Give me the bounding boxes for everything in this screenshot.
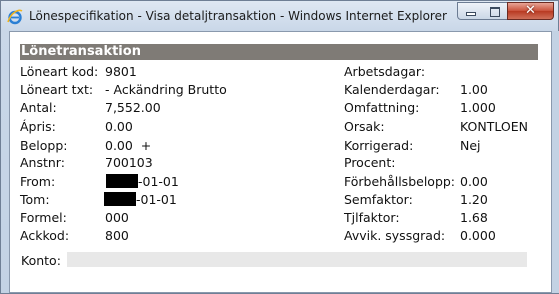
field-value-semfaktor: 1.20 xyxy=(460,192,488,207)
field-label-procent: Procent: xyxy=(344,155,396,170)
field-value-anstnr: 700103 xyxy=(105,155,153,170)
minimize-button[interactable] xyxy=(457,2,483,20)
field-label-tom: Tom: xyxy=(20,192,50,207)
redaction-block xyxy=(104,192,136,206)
field-value-omfattning: 1.000 xyxy=(460,100,496,115)
field-value-antal: 7,552.00 xyxy=(105,100,161,115)
field-label-anstnr: Anstnr: xyxy=(20,155,65,170)
window-frame-edge xyxy=(552,31,559,293)
field-value-loneart-txt: - Ackändring Brutto xyxy=(105,82,227,97)
window-title: Lönespecifikation - Visa detaljtransakti… xyxy=(29,9,447,23)
maximize-button[interactable] xyxy=(482,2,508,20)
field-value-korrigerad: Nej xyxy=(460,138,481,153)
field-value-loneart-kod: 9801 xyxy=(105,64,137,79)
field-label-orsak: Orsak: xyxy=(344,119,385,134)
field-label-loneart-txt: Löneart txt: xyxy=(20,82,94,97)
field-value-tjlfaktor: 1.68 xyxy=(460,210,488,225)
field-value-orsak: KONTLOEN xyxy=(460,119,528,134)
close-button[interactable]: ✕ xyxy=(507,2,554,20)
field-label-semfaktor: Semfaktor: xyxy=(344,192,413,207)
konto-field xyxy=(67,252,527,267)
redaction-block xyxy=(106,174,138,188)
field-label-korrigerad: Korrigerad: xyxy=(344,138,414,153)
field-label-arbetsdagar: Arbetsdagar: xyxy=(344,64,426,79)
field-label-omfattning: Omfattning: xyxy=(344,100,420,115)
field-value-avvik-syssgrad: 0.000 xyxy=(460,228,496,243)
field-label-konto: Konto: xyxy=(21,253,61,268)
field-value-ackkod: 800 xyxy=(105,228,129,243)
field-label-belopp: Belopp: xyxy=(20,138,68,153)
field-label-formel: Formel: xyxy=(20,210,67,225)
field-value-apris: 0.00 xyxy=(105,119,133,134)
ie-popup-window: Lönespecifikation - Visa detaljtransakti… xyxy=(0,0,559,294)
field-label-from: From: xyxy=(20,174,56,189)
internet-explorer-icon xyxy=(7,9,23,25)
field-label-loneart-kod: Löneart kod: xyxy=(20,64,99,79)
close-icon: ✕ xyxy=(525,3,536,18)
field-label-forbehallsbelopp: Förbehållsbelopp: xyxy=(344,174,456,189)
field-label-apris: Ápris: xyxy=(20,119,56,134)
field-value-formel: 000 xyxy=(105,210,129,225)
transaction-details-panel: Lönetransaktion Löneart kod: 9801 Lönear… xyxy=(9,31,552,293)
field-label-avvik-syssgrad: Avvik. syssgrad: xyxy=(344,228,446,243)
section-title: Lönetransaktion xyxy=(20,44,538,60)
field-value-kalenderdagar: 1.00 xyxy=(460,82,488,97)
field-value-tom: -01-01 xyxy=(136,192,177,207)
field-label-ackkod: Ackkod: xyxy=(20,228,70,243)
field-label-tjlfaktor: Tjlfaktor: xyxy=(344,210,400,225)
field-label-antal: Antal: xyxy=(20,100,57,115)
field-value-belopp: 0.00 + xyxy=(105,138,152,153)
title-bar[interactable]: Lönespecifikation - Visa detaljtransakti… xyxy=(1,1,558,31)
field-value-from: -01-01 xyxy=(138,174,179,189)
maximize-icon xyxy=(490,7,500,17)
field-value-forbehallsbelopp: 0.00 xyxy=(460,174,488,189)
minimize-icon xyxy=(467,13,475,15)
field-label-kalenderdagar: Kalenderdagar: xyxy=(344,82,440,97)
